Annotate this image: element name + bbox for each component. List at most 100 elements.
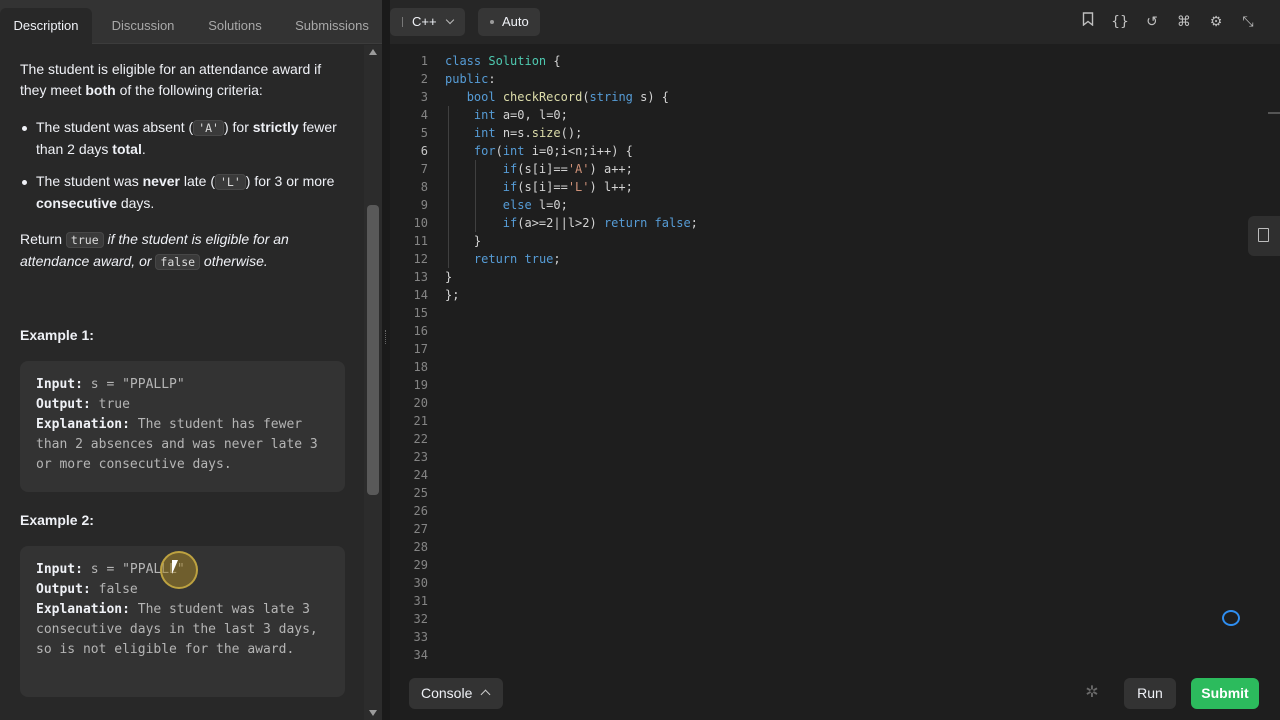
code-line[interactable]: if(s[i]=='L') l++; [445,178,633,196]
line-number: 21 [413,414,428,428]
line-number: 28 [413,540,428,554]
debug-bug-icon[interactable]: ✲ [1083,683,1101,703]
settings-icon[interactable]: ⚙ [1207,12,1225,32]
line-number: 1 [420,54,428,68]
document-icon [1258,228,1269,242]
line-number: 16 [413,324,428,338]
reset-icon[interactable]: ↺ [1143,12,1161,32]
pane-resizer[interactable] [382,0,390,720]
indent-guide [448,106,449,268]
mouse-cursor-icon [172,560,178,574]
line-number: 30 [413,576,428,590]
line-number: 22 [413,432,428,446]
example-input: Input: s = "PPALLP" [36,377,185,392]
code-line[interactable]: int n=s.size(); [445,124,582,142]
line-number: 5 [420,126,428,140]
line-number: 12 [413,252,428,266]
code-line[interactable]: int a=0, l=0; [445,106,568,124]
chevron-up-icon [480,689,491,700]
notes-button[interactable] [1248,216,1280,256]
line-number: 10 [413,216,428,230]
line-number: 34 [413,648,428,662]
code-panel: C++ Auto {} ↺ ⌘ ⚙ ⤡ 1 class Solution { 2 pu… [390,0,1280,720]
submit-button[interactable]: Submit [1191,678,1259,709]
line-number: 4 [420,108,428,122]
line-number: 18 [413,360,428,374]
line-number: 6 [420,144,428,158]
scroll-thumb[interactable] [367,205,379,495]
line-number: 11 [413,234,428,248]
problem-description: The student is eligible for an attendanc… [0,45,364,720]
tab-solutions[interactable]: Solutions [200,8,270,44]
tab-description[interactable]: Description [0,8,92,44]
criteria-late: The student was never late ('L') for 3 o… [36,173,335,211]
code-line[interactable]: } [445,232,481,250]
command-icon[interactable]: ⌘ [1175,12,1193,32]
code-line[interactable]: if(s[i]=='A') a++; [445,160,633,178]
collapse-icon[interactable]: ⤡ [1239,12,1257,32]
editor-scrollbar[interactable] [1268,44,1280,664]
line-number: 33 [413,630,428,644]
chevron-down-icon [445,15,455,25]
indent-guide [475,160,476,232]
code-line[interactable]: if(a>=2||l>2) return false; [445,214,698,232]
dot-icon [490,20,494,24]
line-number: 13 [413,270,428,284]
auto-mode-button[interactable]: Auto [478,8,540,36]
line-number: 20 [413,396,428,410]
line-number: 15 [413,306,428,320]
line-number: 29 [413,558,428,572]
code-line[interactable]: else l=0; [445,196,568,214]
example-2-title: Example 2: [20,512,94,528]
line-number: 27 [413,522,428,536]
language-select[interactable]: C++ [390,8,465,36]
line-number: 25 [413,486,428,500]
run-button[interactable]: Run [1124,678,1176,709]
chat-bubble-icon [1222,610,1240,626]
example-explanation: Explanation: The student was late 3 cons… [36,602,318,657]
example-1-box: Input: s = "PPALLP" Output: true Explana… [20,361,345,492]
line-number: 31 [413,594,428,608]
example-1-title: Example 1: [20,327,94,343]
problem-tabs: Description Discussion Solutions Submiss… [0,0,382,44]
code-line[interactable]: class Solution { [445,52,561,70]
bullet-dot [22,126,27,131]
scroll-up-arrow-icon[interactable] [369,49,377,55]
code-line[interactable]: bool checkRecord(string s) { [445,88,669,106]
line-number: 8 [420,180,428,194]
line-number: 17 [413,342,428,356]
resizer-grip-icon[interactable] [385,330,387,344]
line-number: 24 [413,468,428,482]
line-number: 7 [420,162,428,176]
console-toggle[interactable]: Console [409,678,503,709]
example-output: Output: true [36,397,130,412]
scroll-down-arrow-icon[interactable] [369,710,377,716]
example-explanation: Explanation: The student has fewer than … [36,417,318,472]
bullet-dot [22,180,27,185]
line-number: 23 [413,450,428,464]
editor-footer: Console ✲ Run Submit [390,664,1280,720]
code-line[interactable]: }; [445,286,459,304]
line-number: 3 [420,90,428,104]
bookmark-icon[interactable] [1079,12,1097,32]
line-number: 9 [420,198,428,212]
line-number: 14 [413,288,428,302]
scroll-position-marker [1268,112,1280,114]
tab-submissions[interactable]: Submissions [288,8,376,44]
line-number: 32 [413,612,428,626]
line-number: 2 [420,72,428,86]
code-line[interactable]: } [445,268,452,286]
code-line[interactable]: for(int i=0;i<n;i++) { [445,142,633,160]
chat-button[interactable] [1215,603,1247,635]
braces-icon[interactable]: {} [1111,12,1129,32]
tab-discussion[interactable]: Discussion [102,8,184,44]
criteria-absent: The student was absent ('A') for strictl… [36,119,337,157]
line-number: 19 [413,378,428,392]
intro-paragraph: The student is eligible for an attendanc… [20,61,322,98]
description-scrollbar[interactable] [364,45,382,720]
editor-toolbar: C++ Auto {} ↺ ⌘ ⚙ ⤡ [390,0,1280,44]
code-line[interactable]: return true; [445,250,561,268]
code-line[interactable]: public: [445,70,496,88]
code-editor[interactable]: 1 class Solution { 2 public: 3 bool checkRec… [390,44,1268,664]
return-paragraph: Return true if the student is eligible f… [20,231,289,270]
